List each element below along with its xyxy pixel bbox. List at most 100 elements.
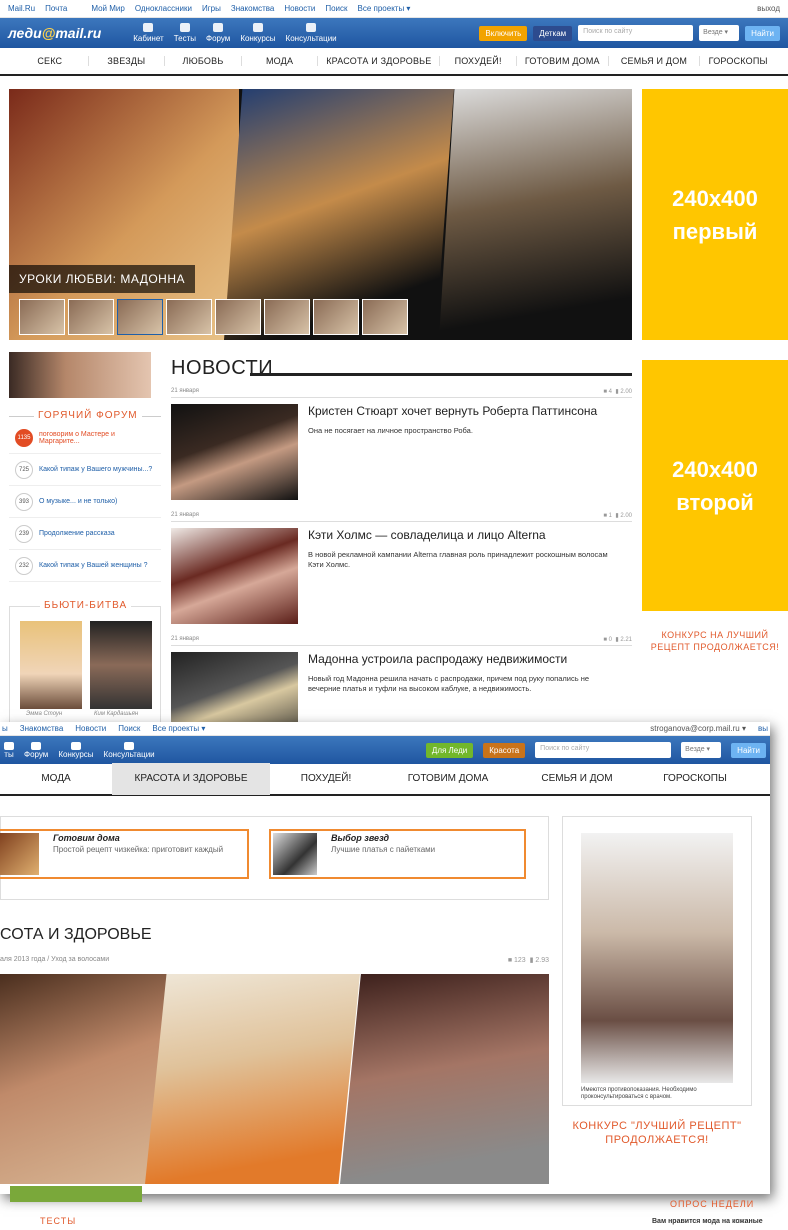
forum-item[interactable]: 393 О музыке... и не только) xyxy=(9,486,161,518)
forum-icon xyxy=(31,741,42,750)
promo-text: Лучшие платья с пайетками xyxy=(331,845,436,854)
news-date: 21 января xyxy=(171,388,199,394)
forum-item[interactable]: 1135 поговорим о Мастере и Маргарите... xyxy=(9,422,161,454)
category-lose-weight[interactable]: ПОХУДЕЙ! xyxy=(440,56,517,66)
portal-link-search[interactable]: Поиск xyxy=(325,4,347,13)
battle-photo-left[interactable] xyxy=(20,621,82,709)
forum-item[interactable]: 239 Продолжение рассказа xyxy=(9,518,161,550)
nav-consultations[interactable]: Консультации xyxy=(104,741,155,759)
search-input[interactable]: Поиск по сайту xyxy=(535,742,672,758)
battle-photo-right[interactable] xyxy=(90,621,152,709)
kids-button[interactable]: Деткам xyxy=(533,25,573,41)
category-sex[interactable]: СЕКС xyxy=(12,56,89,66)
nav-tests[interactable]: ты xyxy=(4,741,14,759)
news-image[interactable] xyxy=(171,528,298,624)
category-lose-weight[interactable]: ПОХУДЕЙ! xyxy=(270,763,382,795)
hero-thumb[interactable] xyxy=(166,299,212,335)
contests-icon xyxy=(252,23,263,32)
logout-link[interactable]: вы xyxy=(758,724,768,733)
search-scope-select[interactable]: Везде ▾ xyxy=(681,742,722,758)
promo-card-cooking[interactable]: Готовим дома Простой рецепт чизкейка: пр… xyxy=(0,829,249,879)
user-account-menu[interactable]: stroganova@corp.mail.ru ▾ xyxy=(650,724,746,733)
for-ladies-button[interactable]: Для Леди xyxy=(425,742,474,758)
overlay-link-news[interactable]: Новости xyxy=(75,724,106,733)
medicine-ad[interactable]: Имеются противопоказания. Необходимо про… xyxy=(562,816,752,1106)
category-cooking[interactable]: ГОТОВИМ ДОМА xyxy=(382,763,514,795)
category-beauty-health[interactable]: КРАСОТА И ЗДОРОВЬЕ xyxy=(112,763,270,795)
category-cooking[interactable]: ГОТОВИМ ДОМА xyxy=(517,56,609,66)
portal-link-all-projects[interactable]: Все проекты ▾ xyxy=(358,4,411,13)
page: Mail.Ru Почта Мой Мир Одноклассники Игры… xyxy=(0,0,788,1230)
hero-thumb[interactable] xyxy=(215,299,261,335)
header-nav: Кабинет Тесты Форум Конкурсы Консультаци… xyxy=(133,23,337,43)
site-logo[interactable]: леди@mail.ru xyxy=(8,25,101,41)
overlay-link-dating[interactable]: Знакомства xyxy=(20,724,64,733)
article-breadcrumb[interactable]: аля 2013 года / Уход за волосами xyxy=(0,956,109,964)
category-fashion[interactable]: МОДА xyxy=(242,56,319,66)
nav-contests[interactable]: Конкурсы xyxy=(58,741,94,759)
search-button[interactable]: Найти xyxy=(731,742,766,758)
portal-link-games[interactable]: Игры xyxy=(202,4,221,13)
hero-thumb[interactable] xyxy=(19,299,65,335)
eye-banner[interactable] xyxy=(9,352,151,398)
category-fashion[interactable]: МОДА xyxy=(0,763,112,795)
portal-link-mailru[interactable]: Mail.Ru xyxy=(8,4,35,13)
poll-question: Вам нравится мода на кожаные xyxy=(652,1218,763,1225)
ad-banner-second[interactable]: 240x400 второй xyxy=(642,360,788,611)
search-button[interactable]: Найти xyxy=(745,25,780,41)
category-family-home[interactable]: СЕМЬЯ И ДОМ xyxy=(514,763,640,795)
search-input[interactable]: Поиск по сайту xyxy=(578,25,694,41)
tests-icon xyxy=(179,23,190,32)
category-horoscopes[interactable]: ГОРОСКОПЫ xyxy=(640,763,750,795)
hero-thumb[interactable] xyxy=(313,299,359,335)
portal-link-mail[interactable]: Почта xyxy=(45,4,67,13)
portal-link-dating[interactable]: Знакомства xyxy=(231,4,275,13)
category-family-home[interactable]: СЕМЬЯ И ДОМ xyxy=(609,56,701,66)
news-title[interactable]: Мадонна устроила распродажу недвижимости xyxy=(308,652,628,666)
beauty-button[interactable]: Красота xyxy=(483,742,526,758)
hero-thumb[interactable] xyxy=(362,299,408,335)
article-photo-2[interactable] xyxy=(145,974,360,1184)
category-stars[interactable]: ЗВЕЗДЫ xyxy=(89,56,166,66)
category-horoscopes[interactable]: ГОРОСКОПЫ xyxy=(700,56,776,66)
hero-thumb[interactable] xyxy=(117,299,163,335)
portal-link-ok[interactable]: Одноклассники xyxy=(135,4,192,13)
logout-link[interactable]: выход xyxy=(757,4,780,13)
ad-banner-first[interactable]: 240x400 первый xyxy=(642,89,788,340)
forum-item[interactable]: 725 Какой типаж у Вашего мужчины...? xyxy=(9,454,161,486)
nav-tests[interactable]: Тесты xyxy=(174,23,196,43)
hero-thumb[interactable] xyxy=(264,299,310,335)
overlay-link-all-projects[interactable]: Все проекты ▾ xyxy=(152,724,205,733)
article-photo-1[interactable] xyxy=(0,974,170,1184)
portal-link-myworld[interactable]: Мой Мир xyxy=(91,4,124,13)
category-love[interactable]: ЛЮБОВЬ xyxy=(165,56,242,66)
overlay-link[interactable]: ы xyxy=(2,724,8,733)
contest-banner[interactable]: КОНКУРС НА ЛУЧШИЙ РЕЦЕПТ ПРОДОЛЖАЕТСЯ! xyxy=(642,630,788,653)
news-text: Новый год Мадонна решила начать с распро… xyxy=(308,674,590,694)
article-photo-3[interactable] xyxy=(340,974,549,1184)
hero-slider[interactable]: УРОКИ ЛЮБВИ: МАДОННА xyxy=(9,89,632,340)
hero-title[interactable]: УРОКИ ЛЮБВИ: МАДОННА xyxy=(9,265,196,293)
overlay-contest-banner[interactable]: КОНКУРС "ЛУЧШИЙ РЕЦЕПТ" ПРОДОЛЖАЕТСЯ! xyxy=(562,1120,752,1148)
portal-link-news[interactable]: Новости xyxy=(284,4,315,13)
forum-item[interactable]: 232 Какой типаж у Вашей женщины ? xyxy=(9,550,161,582)
promo-card-stars[interactable]: Выбор звезд Лучшие платья с пайетками xyxy=(269,829,526,879)
search-scope-select[interactable]: Везде ▾ xyxy=(699,25,740,41)
nav-contests[interactable]: Конкурсы xyxy=(240,23,276,43)
news-image[interactable] xyxy=(171,404,298,500)
overlay-link-search[interactable]: Поиск xyxy=(118,724,140,733)
hero-thumb[interactable] xyxy=(68,299,114,335)
forum-icon xyxy=(213,23,224,32)
nav-consultations[interactable]: Консультации xyxy=(286,23,337,43)
battle-name-left[interactable]: Эмма Стоун xyxy=(26,711,62,717)
category-beauty-health[interactable]: КРАСОТА И ЗДОРОВЬЕ xyxy=(318,56,441,66)
green-banner[interactable] xyxy=(10,1186,142,1202)
nav-forum[interactable]: Форум xyxy=(206,23,230,43)
news-title[interactable]: Кэти Холмс — совладелица и лицо Alterna xyxy=(308,528,628,542)
nav-forum[interactable]: Форум xyxy=(24,741,48,759)
enable-button[interactable]: Включить xyxy=(479,25,528,41)
nav-cabinet[interactable]: Кабинет xyxy=(133,23,164,43)
battle-name-right[interactable]: Ким Кардашьян xyxy=(94,711,138,717)
site-header: леди@mail.ru Кабинет Тесты Форум Конкурс… xyxy=(0,18,788,48)
news-title[interactable]: Кристен Стюарт хочет вернуть Роберта Пат… xyxy=(308,404,628,418)
